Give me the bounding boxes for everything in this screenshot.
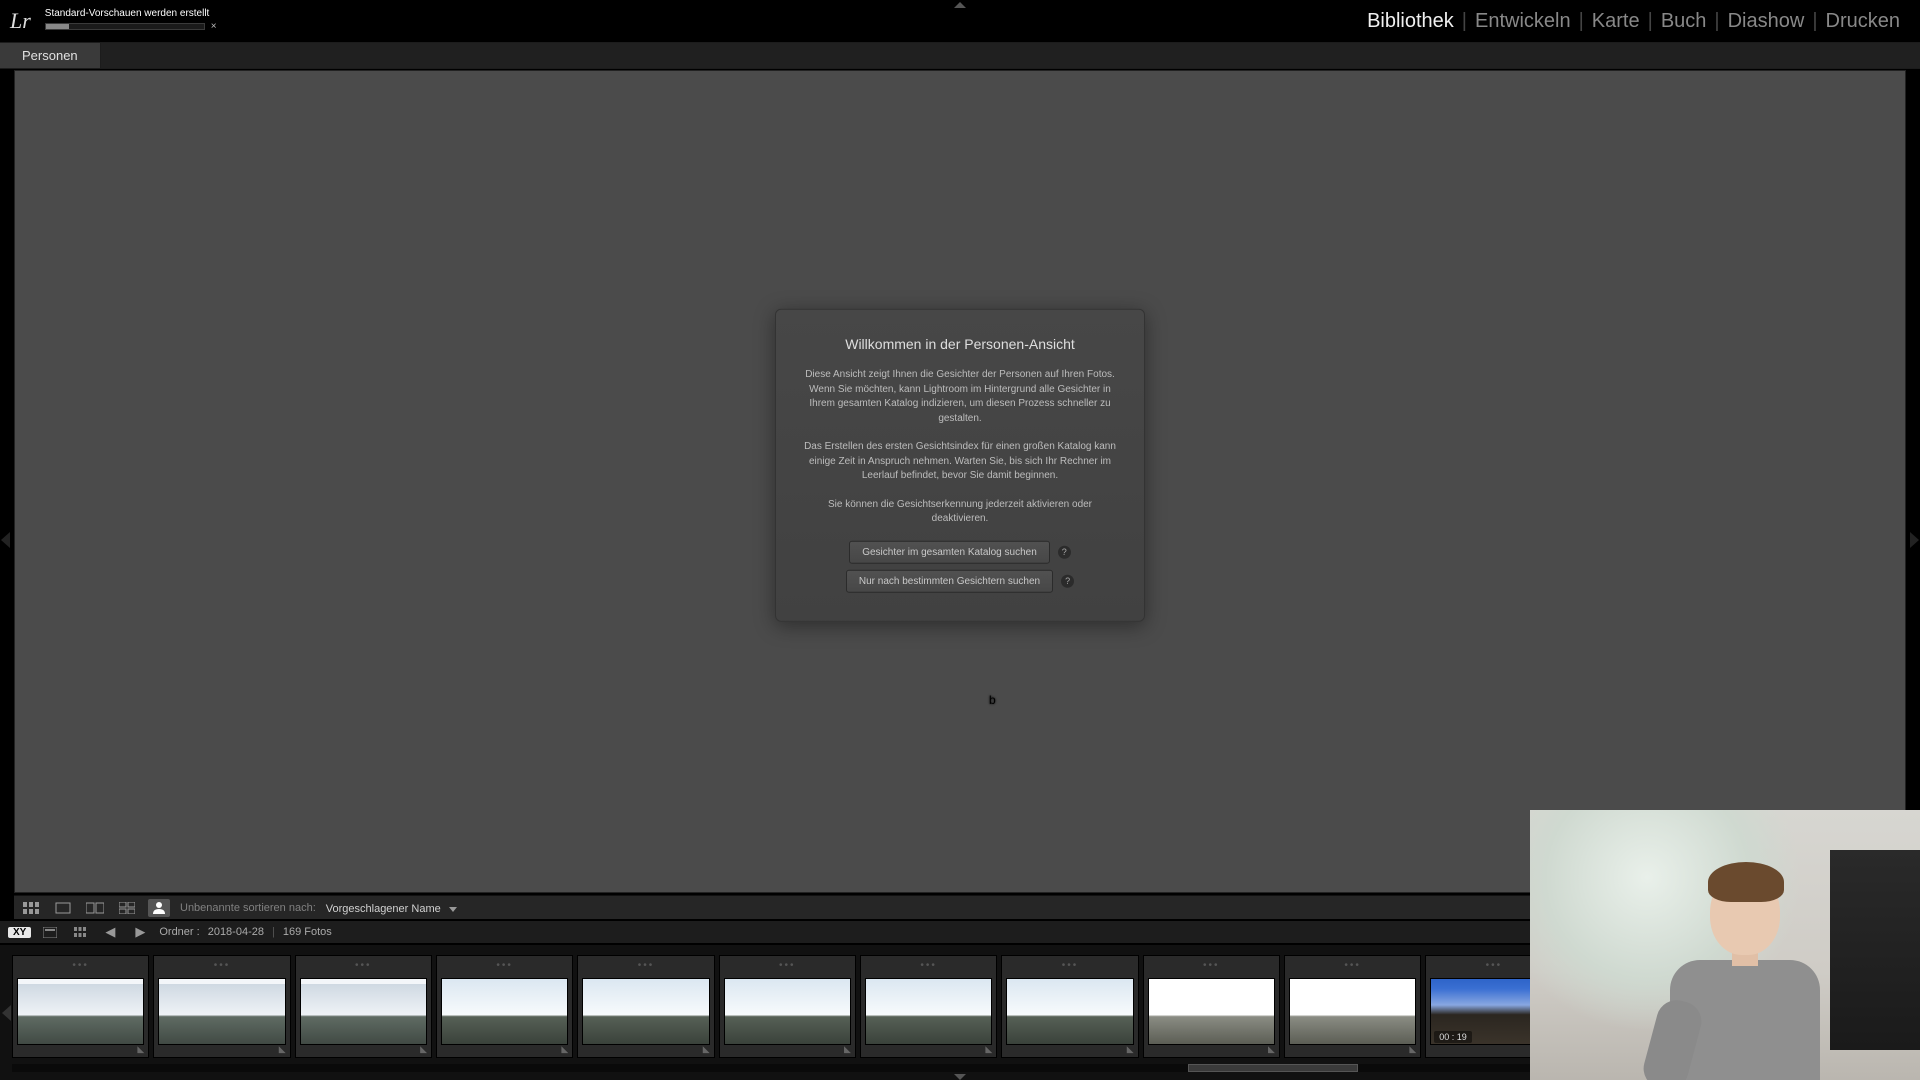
thumb-drag-handle-icon: ••• — [779, 960, 796, 971]
thumb-image — [17, 978, 144, 1045]
reveal-top-panel-button[interactable] — [954, 2, 966, 8]
thumb-drag-handle-icon: ••• — [214, 960, 231, 971]
progress-close-button[interactable]: × — [211, 21, 217, 32]
reveal-left-panel-button[interactable] — [1, 532, 10, 548]
compare-view-icon[interactable] — [84, 899, 106, 917]
find-faces-as-needed-button[interactable]: Nur nach bestimmten Gesichtern suchen — [846, 569, 1053, 592]
thumb-corner-icon: ◣ — [420, 1044, 427, 1055]
text-cursor: b — [989, 693, 996, 707]
filmstrip-thumb[interactable]: ••• ◣ — [860, 955, 997, 1058]
thumb-corner-icon: ◣ — [1268, 1044, 1275, 1055]
find-faces-full-catalog-button[interactable]: Gesichter im gesamten Katalog suchen — [849, 540, 1050, 563]
thumb-corner-icon: ◣ — [137, 1044, 144, 1055]
filmstrip-thumb[interactable]: ••• ◣ — [1284, 955, 1421, 1058]
module-picker: Bibliothek| Entwickeln| Karte| Buch| Dia… — [1367, 0, 1900, 42]
survey-view-icon[interactable] — [116, 899, 138, 917]
sort-value: Vorgeschlagener Name — [326, 903, 441, 915]
filmstrip-thumb[interactable]: ••• ◣ — [12, 955, 149, 1058]
thumb-corner-icon: ◣ — [561, 1044, 568, 1055]
dialog-paragraph-1: Diese Ansicht zeigt Ihnen die Gesichter … — [800, 368, 1120, 426]
thumb-corner-icon: ◣ — [844, 1044, 851, 1055]
filmstrip-thumb[interactable]: ••• ◣ — [1143, 955, 1280, 1058]
thumb-corner-icon: ◣ — [1409, 1044, 1416, 1055]
source-folder-name[interactable]: 2018-04-28 — [208, 926, 264, 938]
dialog-title: Willkommen in der Personen-Ansicht — [800, 336, 1120, 352]
people-view-icon[interactable] — [148, 899, 170, 917]
filmstrip-scroll-left-button[interactable] — [2, 1005, 11, 1021]
tab-personen[interactable]: Personen — [0, 43, 101, 68]
thumb-drag-handle-icon: ••• — [355, 960, 372, 971]
thumb-drag-handle-icon: ••• — [1203, 960, 1220, 971]
thumb-corner-icon: ◣ — [985, 1044, 992, 1055]
filmstrip-thumb[interactable]: ••• ◣ — [295, 955, 432, 1058]
progress-label: Standard-Vorschauen werden erstellt — [45, 8, 217, 19]
thumb-image — [441, 978, 568, 1045]
reveal-right-panel-button[interactable] — [1910, 532, 1919, 548]
thumb-image — [300, 978, 427, 1045]
loupe-view-icon[interactable] — [52, 899, 74, 917]
scrollbar-handle[interactable] — [1188, 1064, 1359, 1072]
thumb-image — [1289, 978, 1416, 1045]
second-window-icon[interactable] — [39, 923, 61, 941]
module-buch[interactable]: Buch — [1661, 10, 1707, 33]
module-drucken[interactable]: Drucken — [1826, 10, 1900, 33]
thumb-image — [1148, 978, 1275, 1045]
photo-count: 169 Fotos — [283, 926, 332, 938]
thumb-corner-icon: ◣ — [1127, 1044, 1134, 1055]
dialog-paragraph-3: Sie können die Gesichtserkennung jederze… — [800, 497, 1120, 526]
filmstrip-thumb[interactable]: ••• ◣ — [719, 955, 856, 1058]
thumb-image — [1006, 978, 1133, 1045]
progress-task: Standard-Vorschauen werden erstellt × — [45, 8, 217, 32]
filmstrip-thumb[interactable]: ••• ◣ — [577, 955, 714, 1058]
info-icon[interactable]: ? — [1058, 545, 1071, 558]
dialog-paragraph-2: Das Erstellen des ersten Gesichtsindex f… — [800, 440, 1120, 484]
source-label: Ordner : — [159, 926, 199, 938]
module-diashow[interactable]: Diashow — [1728, 10, 1805, 33]
video-duration-badge: 00 : 19 — [1434, 1031, 1472, 1043]
thumb-drag-handle-icon: ••• — [1062, 960, 1079, 971]
module-bibliothek[interactable]: Bibliothek — [1367, 10, 1454, 33]
thumb-drag-handle-icon: ••• — [638, 960, 655, 971]
nav-back-icon[interactable]: ◀ — [99, 923, 121, 941]
title-bar: Lr Standard-Vorschauen werden erstellt ×… — [0, 0, 1920, 42]
progress-bar — [45, 23, 205, 30]
people-welcome-dialog: Willkommen in der Personen-Ansicht Diese… — [775, 309, 1145, 622]
sort-dropdown[interactable]: Vorgeschlagener Name — [326, 899, 457, 917]
thumb-image — [158, 978, 285, 1045]
reveal-bottom-panel-button[interactable] — [954, 1074, 966, 1080]
filmstrip-thumb[interactable]: ••• ◣ — [1001, 955, 1138, 1058]
webcam-overlay — [1530, 810, 1920, 1080]
thumb-drag-handle-icon: ••• — [920, 960, 937, 971]
thumb-image — [724, 978, 851, 1045]
nav-forward-icon[interactable]: ▶ — [129, 923, 151, 941]
filmstrip-thumb[interactable]: ••• ◣ — [153, 955, 290, 1058]
thumb-corner-icon: ◣ — [703, 1044, 710, 1055]
display-badge[interactable]: XY — [8, 927, 31, 938]
thumb-corner-icon: ◣ — [279, 1044, 286, 1055]
thumb-drag-handle-icon: ••• — [1344, 960, 1361, 971]
filmstrip-thumb[interactable]: ••• ◣ — [436, 955, 573, 1058]
thumb-image — [865, 978, 992, 1045]
chevron-down-icon — [449, 907, 457, 912]
info-icon[interactable]: ? — [1061, 574, 1074, 587]
app-logo: Lr — [0, 8, 45, 34]
module-entwickeln[interactable]: Entwickeln — [1475, 10, 1571, 33]
thumb-drag-handle-icon: ••• — [1486, 960, 1503, 971]
grid-view-icon[interactable] — [20, 899, 42, 917]
thumb-image — [582, 978, 709, 1045]
grid-small-icon[interactable] — [69, 923, 91, 941]
view-tab-bar: Personen — [0, 42, 1920, 69]
sort-label: Unbenannte sortieren nach: — [180, 902, 316, 914]
progress-fill — [46, 24, 70, 29]
thumb-drag-handle-icon: ••• — [496, 960, 513, 971]
module-karte[interactable]: Karte — [1592, 10, 1640, 33]
thumb-drag-handle-icon: ••• — [72, 960, 89, 971]
content-area: Willkommen in der Personen-Ansicht Diese… — [14, 70, 1906, 893]
